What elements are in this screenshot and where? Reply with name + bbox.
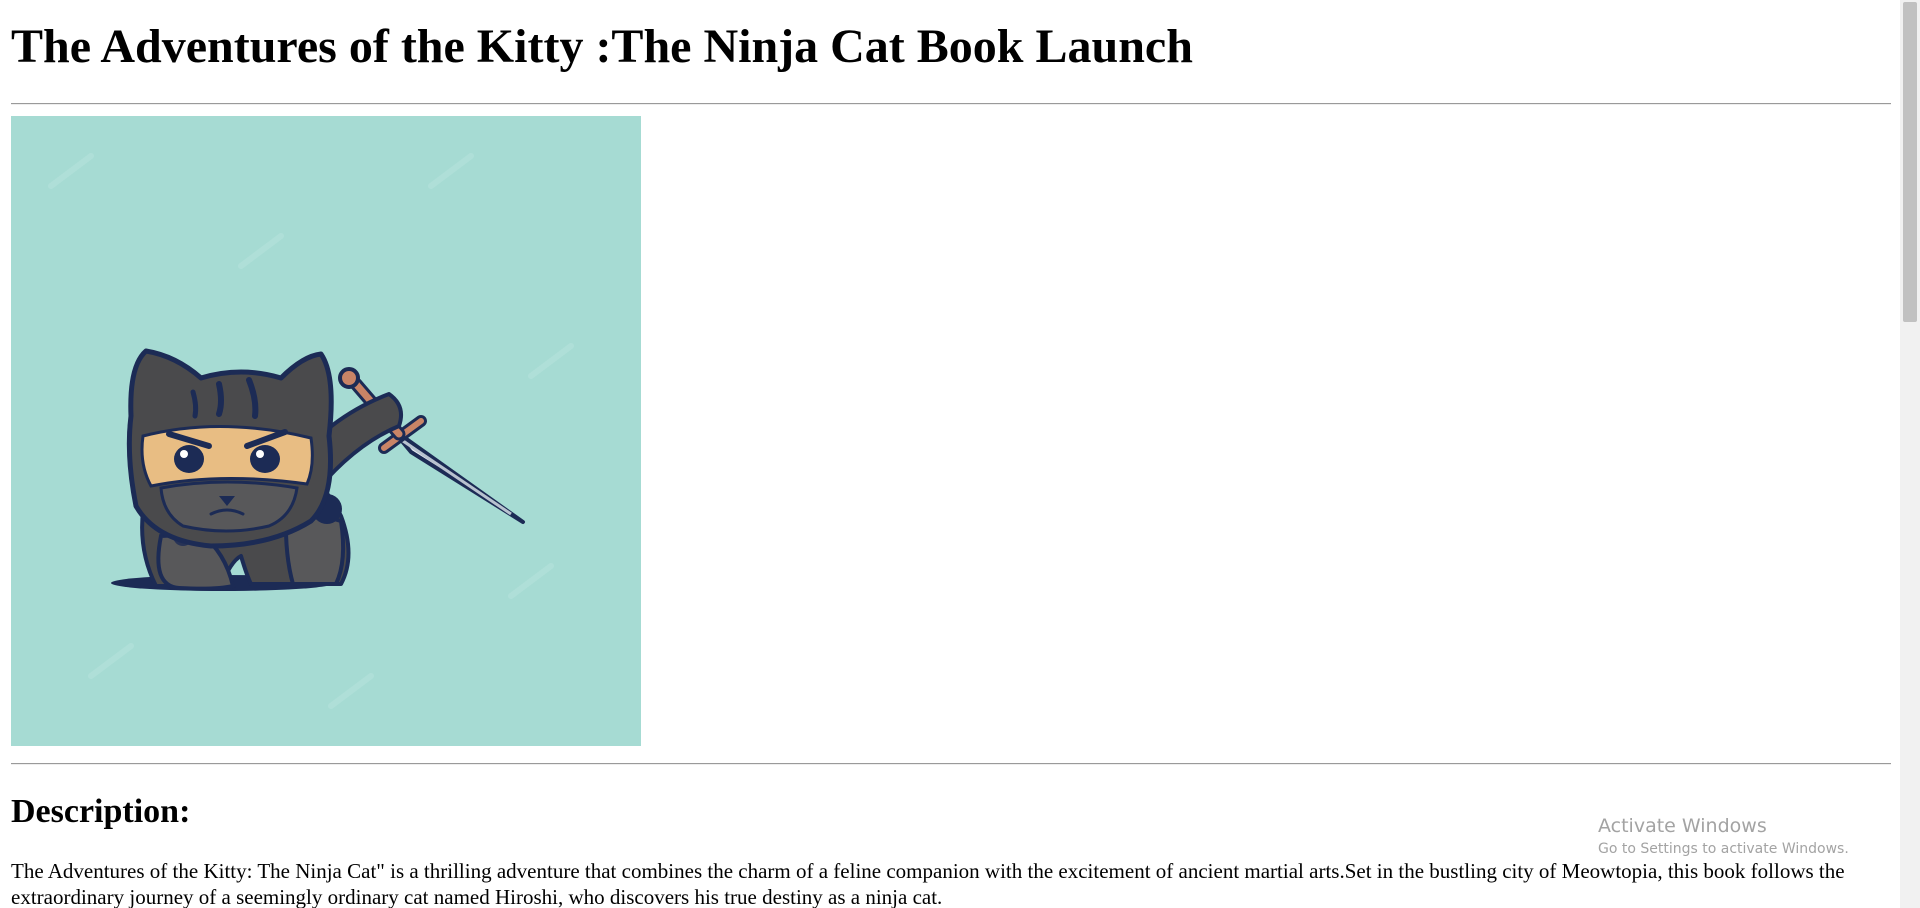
- vertical-scrollbar[interactable]: [1900, 0, 1920, 908]
- page-title: The Adventures of the Kitty :The Ninja C…: [11, 20, 1193, 73]
- ninja-cat-icon: [48, 153, 574, 709]
- bottom-divider: [11, 763, 1891, 765]
- book-cover-image: [11, 116, 641, 746]
- top-divider: [11, 103, 1891, 105]
- page: The Adventures of the Kitty :The Ninja C…: [0, 0, 1900, 908]
- scrollbar-thumb[interactable]: [1903, 2, 1917, 322]
- description-text: The Adventures of the Kitty: The Ninja C…: [11, 859, 1845, 908]
- description-heading: Description:: [11, 793, 191, 830]
